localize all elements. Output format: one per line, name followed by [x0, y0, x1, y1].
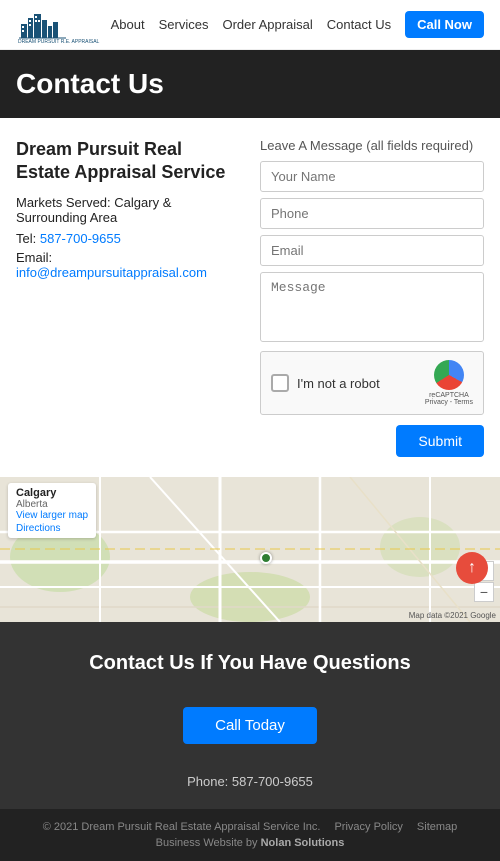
recaptcha-checkbox[interactable] [271, 374, 289, 392]
logo-icon: DREAM PURSUIT R.E. APPRAISAL [16, 6, 106, 44]
recaptcha-brand: reCAPTCHA [429, 392, 469, 399]
page-header: Contact Us [0, 50, 500, 118]
recaptcha-sub: Privacy - Terms [425, 399, 473, 406]
map-overlay-card: Calgary Alberta View larger map Directio… [8, 483, 96, 538]
nav-services[interactable]: Services [159, 17, 209, 32]
privacy-policy-link[interactable]: Privacy Policy [334, 821, 402, 833]
call-now-button[interactable]: Call Now [405, 11, 484, 38]
logo-area: DREAM PURSUIT R.E. APPRAISAL [16, 6, 106, 44]
nav-about[interactable]: About [111, 17, 145, 32]
left-col: Dream Pursuit Real Estate Appraisal Serv… [16, 138, 240, 457]
tel-info: Tel: 587-700-9655 [16, 231, 240, 246]
nolan-solutions-link[interactable]: Nolan Solutions [261, 837, 345, 849]
scroll-to-top-button[interactable]: ↑ [456, 552, 488, 584]
email-input[interactable] [260, 235, 484, 266]
recaptcha-icon [434, 360, 464, 390]
phone-input[interactable] [260, 198, 484, 229]
recaptcha-widget: I'm not a robot reCAPTCHA Privacy - Term… [260, 351, 484, 415]
built-by: Business Website by Nolan Solutions [16, 837, 484, 849]
contact-form-col: Leave A Message (all fields required) I'… [260, 138, 484, 457]
tel-link[interactable]: 587-700-9655 [40, 231, 121, 246]
footer-copyright: © 2021 Dream Pursuit Real Estate Apprais… [43, 821, 321, 833]
footer-cta-heading: Contact Us If You Have Questions [16, 652, 484, 675]
navbar: DREAM PURSUIT R.E. APPRAISAL About Servi… [0, 0, 500, 50]
footer-phone: Phone: 587-700-9655 [16, 774, 484, 789]
nav-links: About Services Order Appraisal Contact U… [111, 11, 484, 38]
zoom-out-button[interactable]: − [474, 582, 494, 602]
map-city: Calgary [16, 487, 88, 499]
email-info: Email: info@dreampursuitappraisal.com [16, 250, 240, 280]
call-today-button[interactable]: Call Today [183, 707, 317, 744]
sitemap-link[interactable]: Sitemap [417, 821, 457, 833]
business-name: Dream Pursuit Real Estate Appraisal Serv… [16, 138, 240, 185]
map-container: Calgary Alberta View larger map Directio… [0, 477, 500, 622]
page-title: Contact Us [16, 68, 484, 100]
svg-text:DREAM PURSUIT R.E. APPRAISAL: DREAM PURSUIT R.E. APPRAISAL [18, 39, 100, 44]
map-placeholder: Calgary Alberta View larger map Directio… [0, 477, 500, 622]
form-label: Leave A Message (all fields required) [260, 138, 484, 153]
google-attribution: Map data ©2021 Google [409, 611, 496, 620]
map-province: Alberta [16, 499, 88, 510]
directions-link[interactable]: Directions [16, 523, 88, 534]
name-input[interactable] [260, 161, 484, 192]
view-larger-map[interactable]: View larger map [16, 510, 88, 521]
footer-links: © 2021 Dream Pursuit Real Estate Apprais… [16, 821, 484, 833]
markets-served: Markets Served: Calgary & Surrounding Ar… [16, 195, 240, 225]
main-content: Dream Pursuit Real Estate Appraisal Serv… [0, 118, 500, 477]
submit-button[interactable]: Submit [396, 425, 484, 457]
recaptcha-logo: reCAPTCHA Privacy - Terms [425, 360, 473, 406]
email-link[interactable]: info@dreampursuitappraisal.com [16, 265, 207, 280]
recaptcha-label: I'm not a robot [297, 376, 417, 391]
bottom-footer: © 2021 Dream Pursuit Real Estate Apprais… [0, 809, 500, 861]
nav-order-appraisal[interactable]: Order Appraisal [222, 17, 312, 32]
footer-cta: Contact Us If You Have Questions Call To… [0, 622, 500, 809]
message-input[interactable] [260, 272, 484, 342]
nav-contact[interactable]: Contact Us [327, 17, 391, 32]
